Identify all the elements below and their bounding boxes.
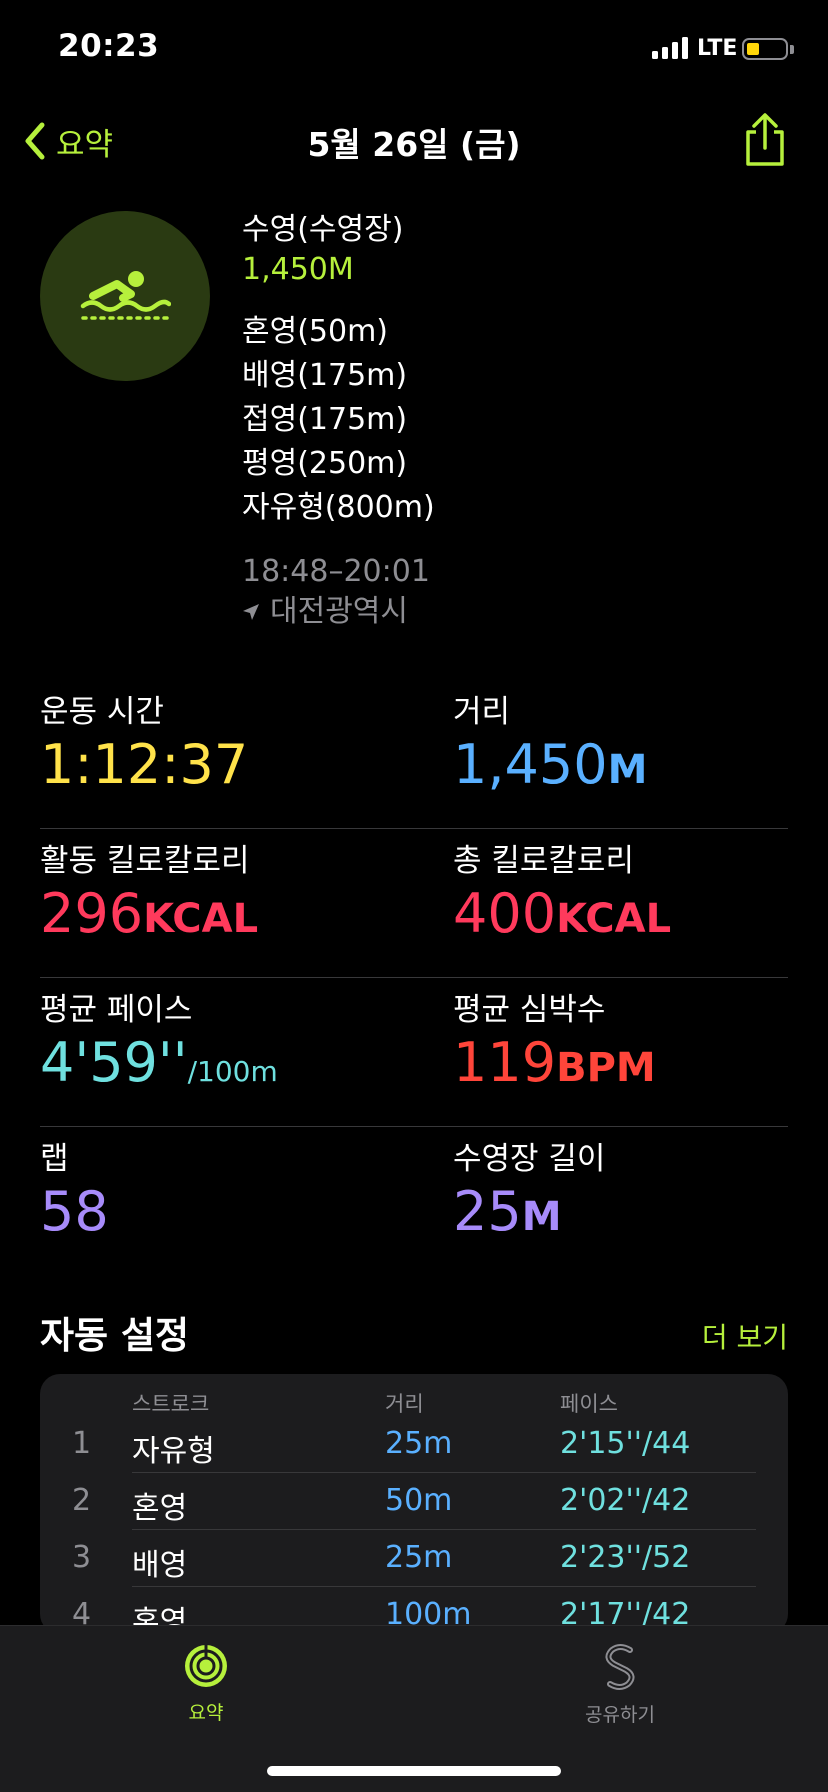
row-number: 3	[72, 1540, 92, 1575]
share-button[interactable]	[740, 112, 790, 168]
metric-laps: 랩 58	[40, 1127, 453, 1276]
table-row[interactable]: 2 혼영 50m 2'02''/42	[40, 1473, 788, 1530]
metric-row: 운동 시간 1:12:37 거리 1,450M	[40, 680, 788, 829]
tab-sharing[interactable]: 공유하기	[560, 1642, 680, 1727]
location-label: 대전광역시	[270, 594, 408, 629]
workout-time-range: 18:48–20:01	[242, 554, 430, 589]
row-stroke: 배영	[132, 1548, 188, 1583]
metric-row: 활동 킬로칼로리 296KCAL 총 킬로칼로리 400KCAL	[40, 829, 788, 978]
row-number: 2	[72, 1483, 92, 1518]
tab-sharing-label: 공유하기	[585, 1704, 655, 1726]
stroke-item: 접영(175m)	[242, 402, 408, 437]
row-pace: 2'02''/42	[560, 1483, 691, 1518]
swimmer-icon	[80, 271, 171, 320]
metric-value: 119BPM	[453, 1031, 656, 1094]
tab-summary[interactable]: 요약	[146, 1642, 266, 1725]
metric-label: 평균 심박수	[453, 992, 606, 1028]
status-bar: 20:23 LTE	[0, 0, 828, 100]
row-stroke: 자유형	[132, 1434, 215, 1469]
battery-cap	[790, 45, 794, 54]
row-distance: 50m	[385, 1483, 453, 1518]
header-stroke: 스트로크	[132, 1392, 210, 1416]
metric-row: 평균 페이스 4'59''/100m 평균 심박수 119BPM	[40, 978, 788, 1127]
metric-label: 총 킬로칼로리	[453, 843, 634, 879]
metric-label: 운동 시간	[40, 694, 164, 730]
metric-distance: 거리 1,450M	[453, 680, 788, 828]
tab-summary-label: 요약	[188, 1702, 224, 1724]
share-icon	[746, 113, 784, 166]
metric-label: 수영장 길이	[453, 1141, 606, 1177]
cellular-signal-icon	[652, 37, 688, 59]
metric-value: 4'59''/100m	[40, 1031, 278, 1094]
auto-sets-card: 스트로크 거리 페이스 1 자유형 25m 2'15''/44 2 혼영 50m…	[40, 1374, 788, 1634]
workout-icon-badge	[40, 211, 210, 381]
metric-value: 400KCAL	[453, 882, 672, 945]
stroke-item: 평영(250m)	[242, 446, 408, 481]
header-pace: 페이스	[560, 1392, 618, 1416]
workout-name: 수영(수영장)	[242, 212, 404, 247]
row-number: 1	[72, 1426, 92, 1461]
stroke-item: 자유형(800m)	[242, 490, 435, 525]
workout-info: 수영(수영장) 1,450M 혼영(50m) 배영(175m) 접영(175m)…	[242, 210, 435, 632]
stroke-item: 배영(175m)	[242, 358, 408, 393]
metric-active-kcal: 활동 킬로칼로리 296KCAL	[40, 829, 453, 977]
show-more-link[interactable]: 더 보기	[702, 1316, 788, 1356]
metric-label: 랩	[40, 1141, 69, 1177]
sharing-icon	[605, 1644, 635, 1690]
metric-workout-time: 운동 시간 1:12:37	[40, 680, 453, 828]
metrics-grid: 운동 시간 1:12:37 거리 1,450M 활동 킬로칼로리 296KCAL…	[40, 680, 788, 1276]
metric-avg-pace: 평균 페이스 4'59''/100m	[40, 978, 453, 1126]
metric-total-kcal: 총 킬로칼로리 400KCAL	[453, 829, 788, 977]
network-type: LTE	[697, 36, 738, 61]
metric-avg-heart-rate: 평균 심박수 119BPM	[453, 978, 788, 1126]
status-time: 20:23	[58, 28, 160, 64]
page-title: 5월 26일 (금)	[307, 125, 521, 164]
stroke-list: 혼영(50m) 배영(175m) 접영(175m) 평영(250m) 자유형(8…	[242, 310, 435, 530]
auto-sets-title: 자동 설정	[40, 1314, 190, 1357]
metric-pool-length: 수영장 길이 25M	[453, 1127, 788, 1276]
row-distance: 25m	[385, 1426, 453, 1461]
metric-value: 58	[40, 1180, 109, 1243]
workout-location: 대전광역시	[242, 592, 435, 632]
table-row[interactable]: 1 자유형 25m 2'15''/44	[40, 1416, 788, 1473]
workout-distance: 1,450M	[242, 252, 354, 287]
metric-label: 평균 페이스	[40, 992, 193, 1028]
metric-value: 1,450M	[453, 733, 648, 796]
home-indicator[interactable]	[267, 1766, 561, 1776]
table-row[interactable]: 3 배영 25m 2'23''/52	[40, 1530, 788, 1587]
activity-rings-icon	[185, 1645, 227, 1687]
row-stroke: 혼영	[132, 1491, 188, 1526]
metric-label: 거리	[453, 694, 511, 730]
metric-row: 랩 58 수영장 길이 25M	[40, 1127, 788, 1276]
row-pace: 2'23''/52	[560, 1540, 691, 1575]
row-pace: 2'15''/44	[560, 1426, 691, 1461]
location-arrow-icon	[243, 604, 259, 620]
row-distance: 25m	[385, 1540, 453, 1575]
metric-label: 활동 킬로칼로리	[40, 843, 250, 879]
stroke-item: 혼영(50m)	[242, 314, 389, 349]
metric-value: 296KCAL	[40, 882, 259, 945]
battery-icon	[742, 38, 788, 60]
metric-value: 25M	[453, 1180, 562, 1243]
metric-value: 1:12:37	[40, 733, 249, 796]
header-distance: 거리	[385, 1392, 424, 1416]
